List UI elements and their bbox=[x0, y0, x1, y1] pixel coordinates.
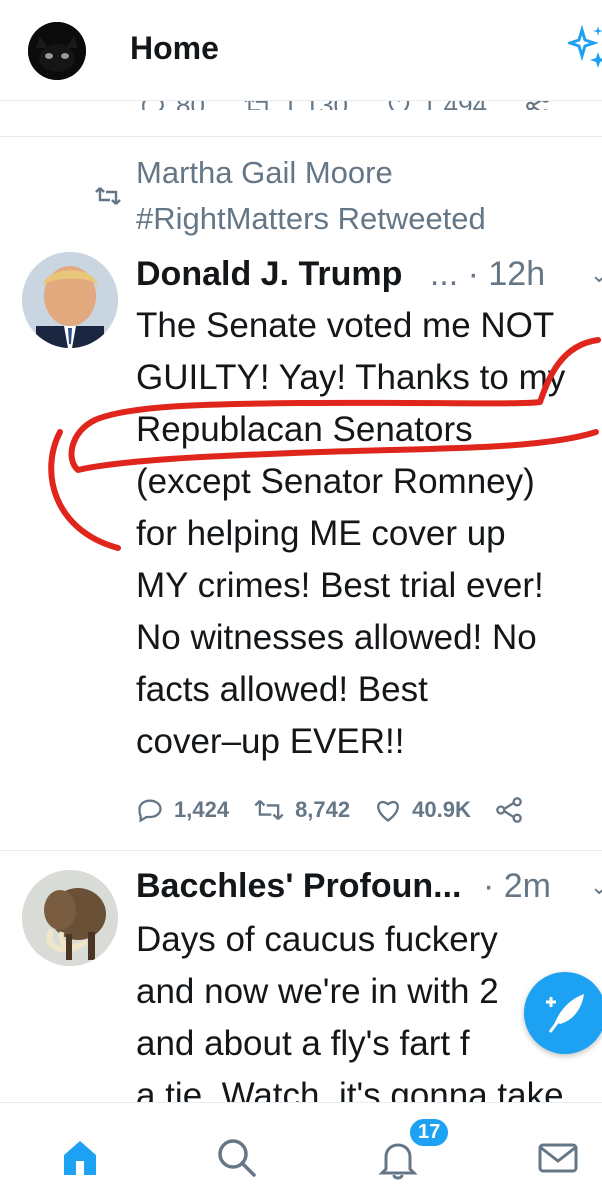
home-tab[interactable] bbox=[50, 1127, 110, 1187]
black-cat-icon bbox=[28, 22, 86, 80]
reply-button[interactable]: 1,424 bbox=[136, 796, 229, 824]
retweet-button[interactable]: 8,742 bbox=[253, 796, 350, 824]
tweet-actions: 1,424 8,742 40.9K bbox=[136, 796, 547, 824]
tweet-header: Donald J. Trump ... · 12h bbox=[136, 252, 545, 296]
author-avatar[interactable] bbox=[22, 870, 118, 966]
tweet-divider bbox=[0, 136, 602, 137]
like-button[interactable]: 40.9K bbox=[374, 796, 471, 824]
share-button[interactable] bbox=[495, 796, 523, 824]
share-icon bbox=[495, 796, 523, 824]
retweet-count: 8,742 bbox=[295, 797, 350, 823]
tweet-time: · 2m bbox=[483, 867, 551, 905]
tweet-divider bbox=[0, 850, 602, 851]
home-icon bbox=[50, 1127, 110, 1187]
top-app-bar: Home bbox=[0, 0, 602, 101]
reply-count: 1,424 bbox=[174, 797, 229, 823]
author-name[interactable]: Donald J. Trump bbox=[136, 255, 402, 293]
author-avatar[interactable] bbox=[22, 252, 118, 348]
retweeter-name[interactable]: Martha Gail Moore bbox=[136, 150, 393, 196]
chevron-down-icon[interactable]: ⌄ bbox=[590, 262, 602, 288]
profile-avatar[interactable] bbox=[28, 22, 86, 80]
tweet-header: Bacchles' Profoun... · 2m bbox=[136, 864, 551, 908]
search-icon bbox=[206, 1127, 266, 1187]
retweet-icon bbox=[253, 796, 285, 824]
retweet-label: #RightMatters Retweeted bbox=[136, 196, 486, 242]
sparkle-icon[interactable] bbox=[568, 24, 602, 77]
chevron-down-icon[interactable]: ⌄ bbox=[590, 874, 602, 900]
messages-tab[interactable] bbox=[528, 1127, 588, 1187]
compose-tweet-button[interactable] bbox=[524, 972, 602, 1054]
bottom-navigation: 17 bbox=[0, 1102, 602, 1201]
heart-icon bbox=[374, 796, 402, 824]
page-title: Home bbox=[130, 30, 219, 67]
truncation-ellipsis: ... bbox=[430, 255, 458, 293]
search-tab[interactable] bbox=[206, 1127, 266, 1187]
author-name[interactable]: Bacchles' Profoun... bbox=[136, 867, 462, 905]
tweet-time: · 12h bbox=[468, 255, 546, 293]
like-count: 40.9K bbox=[412, 797, 471, 823]
tweet-text: The Senate voted me NOT GUILTY! Yay! Tha… bbox=[136, 300, 602, 768]
envelope-icon bbox=[528, 1127, 588, 1187]
notification-count-badge: 17 bbox=[408, 1117, 450, 1148]
compose-feather-icon bbox=[524, 972, 602, 1054]
reply-icon bbox=[136, 796, 164, 824]
retweet-icon bbox=[94, 184, 122, 208]
